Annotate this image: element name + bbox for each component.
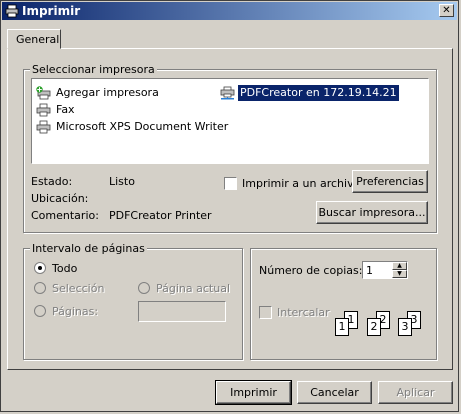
range-current-page-radio[interactable] xyxy=(138,282,150,294)
network-printer-icon xyxy=(220,86,235,100)
close-button[interactable]: ✕ xyxy=(439,4,454,17)
tab-general[interactable]: General xyxy=(7,29,61,49)
range-selection-radio[interactable] xyxy=(34,282,46,294)
printer-name: Fax xyxy=(56,103,75,116)
range-pages-label: Páginas: xyxy=(52,305,99,318)
range-all-label: Todo xyxy=(52,262,78,275)
range-all-radio[interactable] xyxy=(34,262,46,274)
copies-up-button[interactable]: ▲ xyxy=(392,262,407,270)
print-to-file-checkbox[interactable] xyxy=(224,177,237,190)
apply-button[interactable]: Aplicar xyxy=(378,381,453,404)
status-label: Estado: xyxy=(31,175,73,188)
copies-down-button[interactable]: ▼ xyxy=(392,270,407,278)
range-selection-label: Selección xyxy=(52,282,105,295)
printer-name: Microsoft XPS Document Writer xyxy=(56,120,229,133)
collate-page-stack-3: 3 3 xyxy=(396,301,436,341)
arrow-down-icon: ▼ xyxy=(397,270,402,277)
title-bar: Imprimir ✕ xyxy=(2,2,457,20)
status-value: Listo xyxy=(109,175,135,188)
printer-icon xyxy=(36,120,51,134)
collate-page-icon: 3 xyxy=(398,318,412,336)
copies-stepper[interactable]: 1 ▲ ▼ xyxy=(362,261,408,279)
printer-icon xyxy=(5,4,19,18)
close-icon: ✕ xyxy=(442,5,451,16)
print-button[interactable]: Imprimir xyxy=(215,380,292,405)
location-label: Ubicación: xyxy=(31,192,89,205)
window-title: Imprimir xyxy=(22,4,81,18)
page-range-label: Intervalo de páginas xyxy=(30,242,147,255)
printer-group-label: Seleccionar impresora xyxy=(30,63,157,76)
collate-page-icon: 2 xyxy=(367,318,381,336)
preferences-button[interactable]: Preferencias xyxy=(352,170,428,193)
range-pages-input[interactable] xyxy=(138,301,226,322)
cancel-button[interactable]: Cancelar xyxy=(297,381,372,404)
range-current-page-label: Página actual xyxy=(156,282,230,295)
tab-general-label: General xyxy=(16,33,60,46)
print-dialog: Imprimir ✕ General Seleccionar impresora… xyxy=(0,0,459,412)
range-pages-radio[interactable] xyxy=(34,305,46,317)
collate-checkbox[interactable] xyxy=(259,306,272,319)
comment-value: PDFCreator Printer xyxy=(109,209,212,222)
arrow-up-icon: ▲ xyxy=(397,262,402,269)
print-to-file-label: Imprimir a un archivo xyxy=(242,177,361,190)
collate-label: Intercalar xyxy=(277,306,330,319)
find-printer-button[interactable]: Buscar impresora... xyxy=(316,201,428,224)
add-printer-icon xyxy=(36,86,51,100)
printer-name: PDFCreator en 172.19.14.21 xyxy=(238,85,399,101)
printer-list[interactable]: Agregar impresora Fax Microsoft XPS Docu… xyxy=(31,78,429,164)
copies-label: Número de copias: xyxy=(259,264,363,277)
printer-icon xyxy=(36,103,51,117)
copies-value: 1 xyxy=(366,264,373,277)
collate-page-icon: 1 xyxy=(335,318,349,336)
comment-label: Comentario: xyxy=(31,209,99,222)
printer-name: Agregar impresora xyxy=(56,86,159,99)
